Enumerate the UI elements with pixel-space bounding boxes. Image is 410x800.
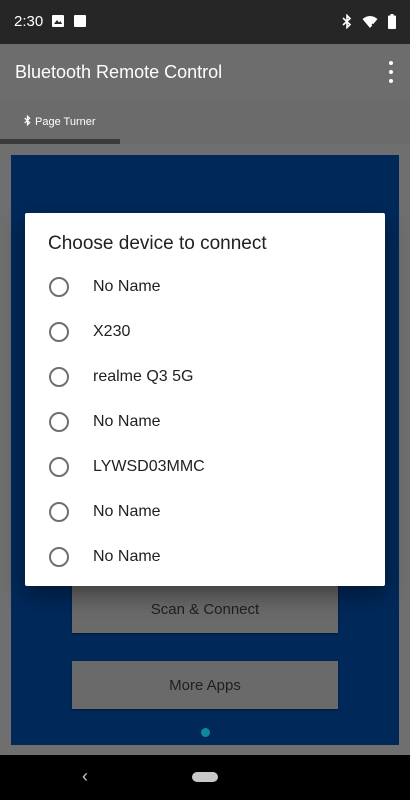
choose-device-dialog: Choose device to connect No Name X230 re… bbox=[25, 213, 385, 586]
device-label: No Name bbox=[93, 502, 161, 520]
tab-label: Page Turner bbox=[35, 116, 96, 128]
device-option[interactable]: No Name bbox=[25, 534, 385, 579]
radio-unchecked-icon[interactable] bbox=[49, 321, 69, 342]
dialog-title: Choose device to connect bbox=[48, 233, 267, 254]
device-label: realme Q3 5G bbox=[93, 367, 194, 385]
wifi-icon bbox=[362, 15, 378, 34]
device-option[interactable]: LYWSD03MMC bbox=[25, 444, 385, 489]
status-bar: 2:30 bbox=[0, 0, 410, 44]
scan-connect-button[interactable]: Scan & Connect bbox=[72, 585, 338, 633]
tab-bar: Page Turner bbox=[0, 100, 410, 144]
more-vert-icon[interactable] bbox=[386, 61, 396, 83]
device-list: No Name X230 realme Q3 5G No Name LYWSD0… bbox=[25, 264, 385, 579]
device-option[interactable]: realme Q3 5G bbox=[25, 354, 385, 399]
device-label: LYWSD03MMC bbox=[93, 457, 205, 475]
radio-unchecked-icon[interactable] bbox=[49, 411, 69, 432]
device-option[interactable]: No Name bbox=[25, 399, 385, 444]
radio-unchecked-icon[interactable] bbox=[49, 456, 69, 477]
app-bar: Bluetooth Remote Control bbox=[0, 44, 410, 100]
device-label: No Name bbox=[93, 547, 161, 565]
notification-icons bbox=[51, 14, 87, 33]
bluetooth-icon bbox=[342, 13, 352, 34]
home-pill-icon[interactable] bbox=[192, 772, 218, 782]
device-label: X230 bbox=[93, 322, 131, 340]
image-icon bbox=[51, 14, 65, 33]
bluetooth-icon bbox=[24, 114, 31, 129]
device-option[interactable]: No Name bbox=[25, 489, 385, 534]
page-indicator-dot bbox=[201, 728, 210, 737]
back-icon[interactable]: ‹ bbox=[82, 766, 88, 787]
status-time: 2:30 bbox=[14, 13, 44, 30]
device-option[interactable]: No Name bbox=[25, 264, 385, 309]
device-label: No Name bbox=[93, 277, 161, 295]
device-option[interactable]: X230 bbox=[25, 309, 385, 354]
system-icons bbox=[342, 13, 396, 34]
radio-unchecked-icon[interactable] bbox=[49, 276, 69, 297]
more-apps-button[interactable]: More Apps bbox=[72, 661, 338, 709]
app-title: Bluetooth Remote Control bbox=[15, 62, 223, 82]
device-label: No Name bbox=[93, 412, 161, 430]
square-notification-icon bbox=[73, 14, 87, 33]
tab-page-turner[interactable]: Page Turner bbox=[0, 100, 120, 144]
battery-icon bbox=[388, 14, 396, 34]
navigation-bar: ‹ bbox=[0, 755, 410, 800]
radio-unchecked-icon[interactable] bbox=[49, 501, 69, 522]
radio-unchecked-icon[interactable] bbox=[49, 366, 69, 387]
radio-unchecked-icon[interactable] bbox=[49, 546, 69, 567]
